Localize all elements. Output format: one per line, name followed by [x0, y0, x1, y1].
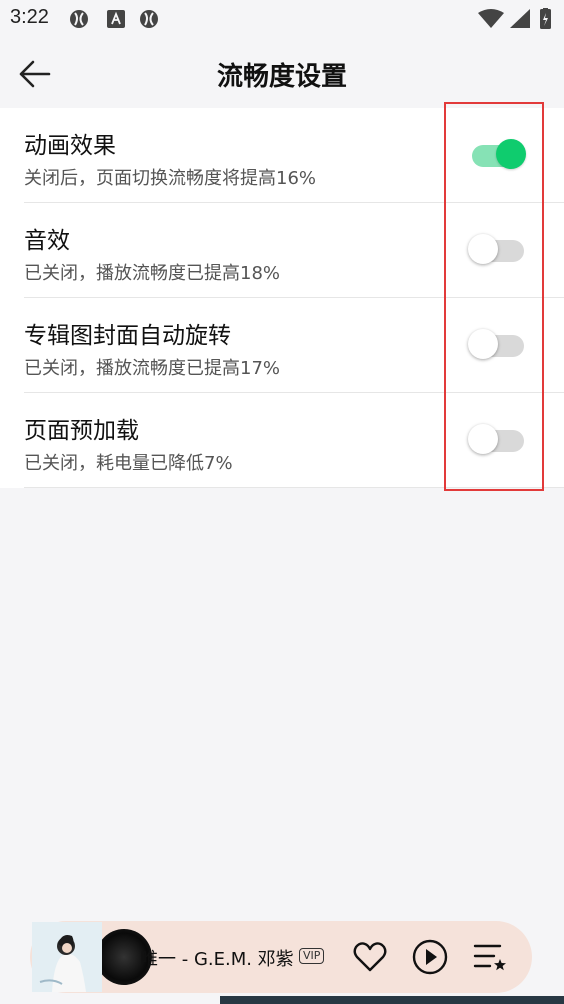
song-title: 唯一 - G.E.M. 邓紫 [140, 949, 294, 970]
signal-icon [510, 9, 530, 28]
bottom-overlay [220, 996, 564, 1004]
header: 流畅度设置 [0, 40, 564, 108]
highlight-box [444, 102, 544, 491]
setting-title: 专辑图封面自动旋转 [24, 323, 231, 349]
vip-badge: VIP [299, 948, 325, 964]
setting-title: 动画效果 [24, 133, 116, 159]
setting-description: 已关闭，播放流畅度已提高18% [24, 263, 281, 284]
status-time: 3:22 [10, 6, 49, 28]
setting-description: 已关闭，耗电量已降低7% [24, 453, 233, 474]
album-cover-image [32, 922, 102, 992]
setting-description: 关闭后，页面切换流畅度将提高16% [24, 168, 317, 189]
page-title: 流畅度设置 [216, 62, 347, 92]
notification-globe-icon [140, 10, 158, 28]
notification-app-icon [107, 10, 125, 28]
notification-globe-icon [70, 10, 88, 28]
setting-title: 音效 [24, 228, 70, 254]
status-bar: 3:22 [0, 0, 564, 40]
system-status-icons [478, 8, 551, 29]
play-icon[interactable] [412, 939, 448, 975]
playlist-icon[interactable] [472, 939, 508, 975]
wifi-icon [478, 9, 504, 28]
setting-description: 已关闭，播放流畅度已提高17% [24, 358, 281, 379]
battery-icon [540, 8, 551, 29]
album-cover[interactable] [32, 922, 102, 992]
setting-title: 页面预加载 [24, 418, 139, 444]
heart-icon[interactable] [352, 939, 388, 975]
mini-player[interactable]: 唯一 - G.E.M. 邓紫 VIP [30, 921, 532, 993]
